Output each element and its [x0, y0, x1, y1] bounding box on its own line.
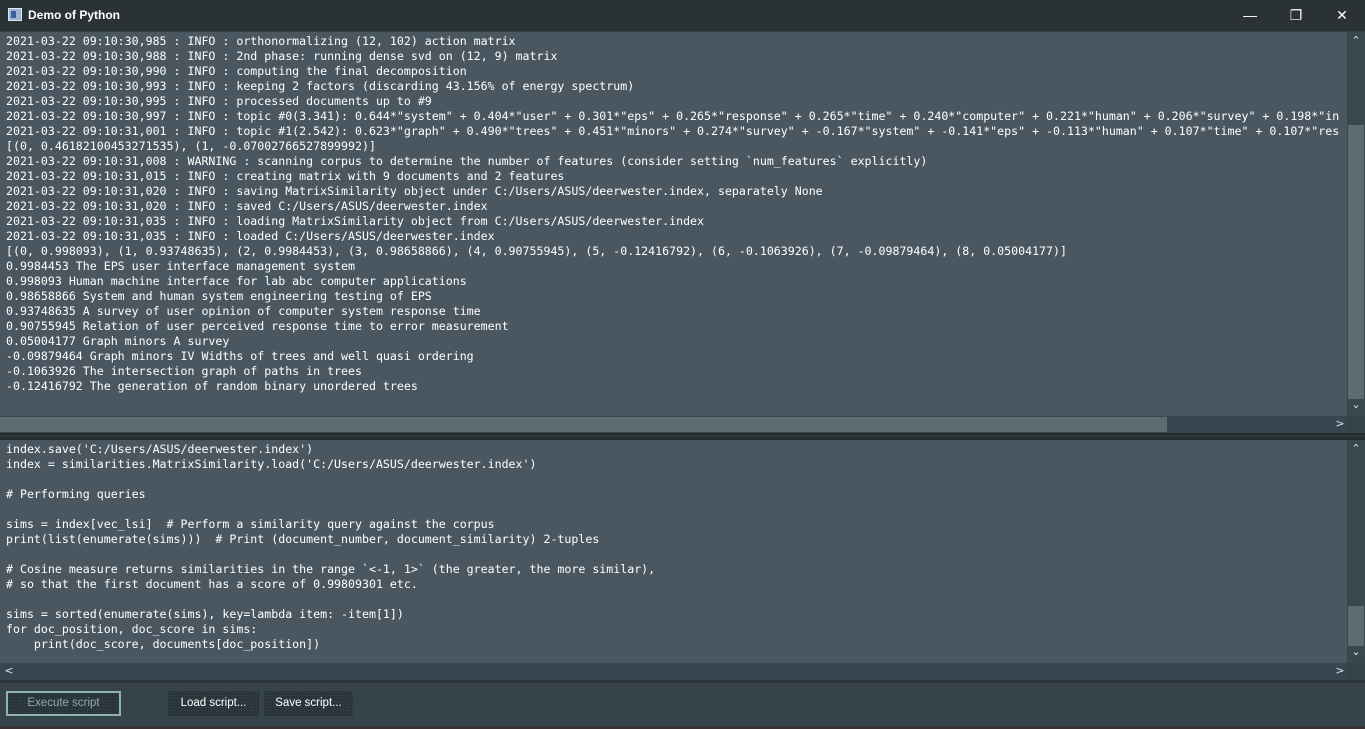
console-line: [(0, 0.46182100453271535), (1, -0.070027… — [6, 139, 376, 153]
console-line: [(0, 0.998093), (1, 0.93748635), (2, 0.9… — [6, 244, 1067, 258]
console-line: 0.998093 Human machine interface for lab… — [6, 274, 467, 288]
code-line: print(list(enumerate(sims))) # Print (do… — [6, 532, 600, 546]
console-line: 2021-03-22 09:10:31,020 : INFO : saving … — [6, 184, 823, 198]
scroll-up-icon[interactable]: ⌃ — [1347, 442, 1365, 455]
scroll-left-icon[interactable]: < — [0, 664, 18, 677]
scroll-up-icon[interactable]: ⌃ — [1347, 34, 1365, 47]
console-line: 0.9984453 The EPS user interface managem… — [6, 259, 356, 273]
console-line: 2021-03-22 09:10:31,035 : INFO : loaded … — [6, 229, 495, 243]
output-vscroll-thumb[interactable] — [1348, 125, 1364, 399]
code-line: index = similarities.MatrixSimilarity.lo… — [6, 457, 537, 471]
console-line: 2021-03-22 09:10:31,008 : WARNING : scan… — [6, 154, 928, 168]
app-icon — [8, 8, 22, 21]
window-title: Demo of Python — [28, 8, 120, 22]
title-bar: Demo of Python — ❐ ✕ — [0, 0, 1365, 31]
script-vertical-scrollbar[interactable]: ⌃ ⌄ — [1347, 440, 1365, 663]
load-script-button[interactable]: Load script... — [168, 691, 259, 716]
code-line: print(doc_score, documents[doc_position]… — [6, 637, 321, 651]
splitter-handle[interactable] — [0, 433, 1365, 440]
console-line: 0.93748635 A survey of user opinion of c… — [6, 304, 481, 318]
minimize-button[interactable]: — — [1227, 0, 1273, 31]
code-line: index.save('C:/Users/ASUS/deerwester.ind… — [6, 442, 314, 456]
code-line: sims = sorted(enumerate(sims), key=lambd… — [6, 607, 404, 621]
close-button[interactable]: ✕ — [1319, 0, 1365, 31]
script-editor[interactable]: index.save('C:/Users/ASUS/deerwester.ind… — [0, 440, 1347, 663]
console-line: 2021-03-22 09:10:30,995 : INFO : process… — [6, 94, 432, 108]
console-line: 2021-03-22 09:10:31,015 : INFO : creatin… — [6, 169, 565, 183]
console-line: 0.05004177 Graph minors A survey — [6, 334, 230, 348]
console-line: 2021-03-22 09:10:30,985 : INFO : orthono… — [6, 34, 516, 48]
scroll-right-icon[interactable]: > — [1331, 664, 1349, 677]
output-horizontal-scrollbar[interactable]: > — [0, 416, 1347, 432]
scroll-down-icon[interactable]: ⌄ — [1347, 645, 1365, 658]
scroll-down-icon[interactable]: ⌄ — [1347, 398, 1365, 411]
console-line: -0.1063926 The intersection graph of pat… — [6, 364, 362, 378]
code-line: # Performing queries — [6, 487, 146, 501]
output-vertical-scrollbar[interactable]: ⌃ ⌄ — [1347, 32, 1365, 416]
code-line: # Cosine measure returns similarities in… — [6, 562, 656, 576]
console-line: 2021-03-22 09:10:31,001 : INFO : topic #… — [6, 124, 1340, 138]
scroll-corner — [1347, 416, 1365, 433]
console-line: 0.98658866 System and human system engin… — [6, 289, 432, 303]
console-line: -0.12416792 The generation of random bin… — [6, 379, 418, 393]
console-line: 2021-03-22 09:10:31,020 : INFO : saved C… — [6, 199, 488, 213]
execute-script-button[interactable]: Execute script — [6, 691, 121, 716]
console-line: 2021-03-22 09:10:31,035 : INFO : loading… — [6, 214, 705, 228]
save-script-button[interactable]: Save script... — [264, 691, 353, 716]
console-line: 2021-03-22 09:10:30,988 : INFO : 2nd pha… — [6, 49, 558, 63]
code-line: for doc_position, doc_score in sims: — [6, 622, 258, 636]
script-vscroll-thumb[interactable] — [1348, 606, 1364, 646]
code-line: # so that the first document has a score… — [6, 577, 418, 591]
script-horizontal-scrollbar[interactable]: < > — [0, 663, 1347, 680]
code-line: sims = index[vec_lsi] # Perform a simila… — [6, 517, 495, 531]
console-line: 0.90755945 Relation of user perceived re… — [6, 319, 509, 333]
output-console[interactable]: 2021-03-22 09:10:30,985 : INFO : orthono… — [0, 32, 1347, 416]
console-line: 2021-03-22 09:10:30,990 : INFO : computi… — [6, 64, 467, 78]
console-line: -0.09879464 Graph minors IV Widths of tr… — [6, 349, 474, 363]
output-hscroll-thumb[interactable] — [0, 417, 1167, 432]
panel-border — [0, 680, 1365, 683]
maximize-button[interactable]: ❐ — [1273, 0, 1319, 31]
console-line: 2021-03-22 09:10:30,993 : INFO : keeping… — [6, 79, 635, 93]
console-line: 2021-03-22 09:10:30,997 : INFO : topic #… — [6, 109, 1340, 123]
